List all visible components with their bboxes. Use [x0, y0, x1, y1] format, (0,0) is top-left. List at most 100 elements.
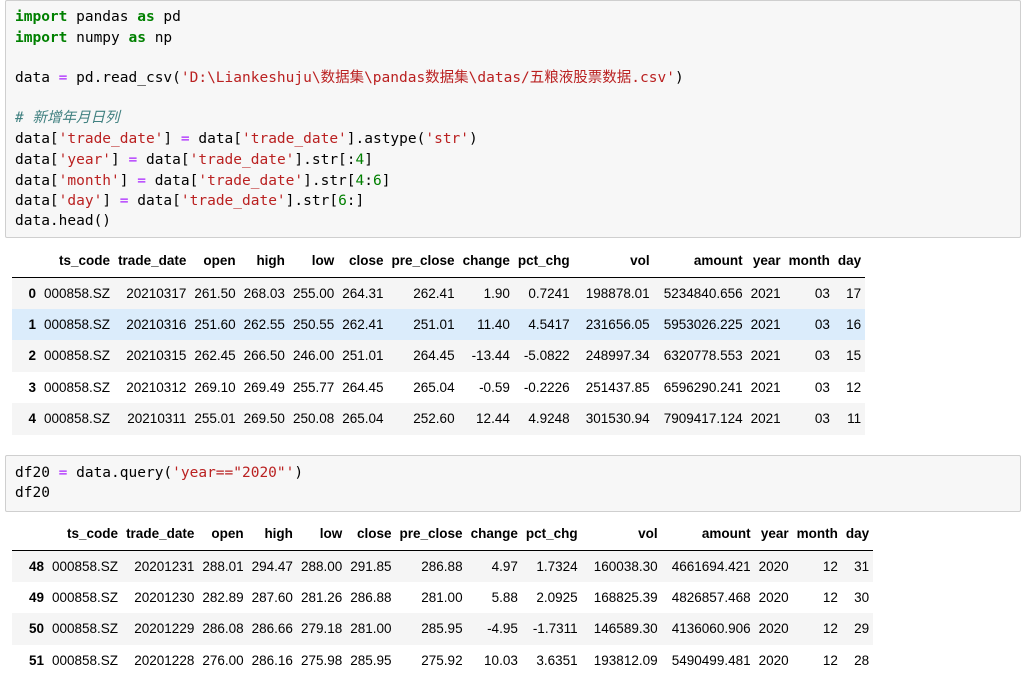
dataframe-table-1: ts_code trade_date open high low close p… [12, 245, 866, 435]
table-cell: 248997.34 [585, 348, 650, 364]
column-header: change [458, 245, 514, 278]
code-text: data[ [15, 173, 59, 189]
column-header: ts_code [40, 245, 115, 278]
string-literal: 'year=="2020"' [172, 465, 295, 481]
code-text: ] [111, 152, 129, 168]
table-cell: 29 [854, 621, 870, 637]
operator: = [180, 131, 190, 147]
row-index: 4 [28, 411, 36, 427]
code-cell-2[interactable]: df20 = data.query('year=="2020"') df20 [5, 455, 1021, 512]
table-row: 50 000858.SZ 20201229 286.08 286.66 279.18 281… [12, 613, 874, 645]
code-text: data[ [189, 131, 243, 147]
operator: = [137, 173, 146, 189]
table-cell: -13.44 [471, 348, 510, 364]
column-header: pct_chg [513, 245, 574, 278]
code-text: ].astype( [346, 131, 426, 147]
column-header: pre_close [395, 518, 467, 551]
table-cell: 7909417.124 [663, 411, 743, 427]
table-cell: 268.03 [243, 285, 285, 301]
code-line: df20 [15, 483, 50, 503]
table-cell: -1.7311 [532, 621, 578, 637]
table-cell: -0.59 [479, 379, 510, 395]
table-cell: 28 [854, 652, 870, 668]
table-cell: 250.08 [292, 411, 335, 427]
table-cell: 262.41 [413, 285, 455, 301]
string-literal: 'D:\Liankeshuju\数据集\pandas数据集\datas/五粮液股… [180, 70, 675, 86]
code-text: data[ [137, 152, 190, 168]
code-text: ) [294, 465, 304, 481]
table-cell: 15 [846, 348, 862, 364]
table-cell: 231656.05 [585, 316, 650, 332]
row-index: 3 [28, 379, 36, 395]
code-text: data[ [15, 131, 59, 147]
table-cell: 20210317 [126, 285, 187, 301]
column-header: pre_close [387, 245, 459, 278]
index-header [12, 245, 40, 278]
code-text: ) [674, 70, 684, 86]
table-cell: 287.60 [251, 589, 293, 605]
row-index: 51 [28, 652, 44, 668]
row-index: 2 [28, 348, 36, 364]
table-cell: 294.47 [251, 558, 293, 574]
table-cell: 286.16 [251, 652, 293, 668]
table-cell: 282.89 [202, 589, 244, 605]
column-header: day [833, 245, 866, 278]
table-cell: 262.55 [243, 316, 285, 332]
operator: = [128, 152, 138, 168]
table-header: ts_code trade_date open high low close p… [12, 518, 874, 551]
table-cell: 286.08 [202, 621, 244, 637]
code-text: data[ [15, 193, 59, 209]
table-cell: 000858.SZ [52, 621, 119, 637]
keyword: import [15, 30, 68, 46]
code-text: np [145, 30, 173, 46]
code-line: data = pd.read_csv('D:\Liankeshuju\数据集\p… [15, 68, 684, 88]
column-header: low [288, 245, 339, 278]
table-cell: 2021 [750, 285, 781, 301]
code-line: data['trade_date'] = data['trade_date'].… [15, 129, 478, 149]
code-cell-1[interactable]: import pandas as pd import numpy as np d… [5, 0, 1021, 238]
column-header: amount [653, 245, 747, 278]
table-cell: 291.85 [350, 558, 392, 574]
table-cell: 12 [822, 621, 838, 637]
code-text: data.query( [67, 465, 173, 481]
table-cell: 275.92 [421, 652, 463, 668]
code-text: numpy [67, 30, 129, 46]
code-text: pd.read_csv( [67, 70, 181, 86]
table-cell: 4661694.421 [671, 558, 751, 574]
table-cell: 4.5417 [528, 316, 570, 332]
table-cell: 160038.30 [593, 558, 658, 574]
keyword: import [15, 9, 68, 25]
table-cell: 286.88 [350, 589, 392, 605]
table-cell: -0.2226 [523, 379, 570, 395]
operator: = [119, 193, 129, 209]
table-cell: 269.50 [243, 411, 285, 427]
table-cell: 4136060.906 [671, 621, 751, 637]
table-cell: 250.55 [292, 316, 335, 332]
table-cell: 000858.SZ [44, 379, 111, 395]
code-text: : [364, 173, 373, 189]
code-line: df20 = data.query('year=="2020"') [15, 463, 303, 483]
table-cell: 03 [814, 348, 830, 364]
table-cell: 269.10 [194, 379, 236, 395]
column-header: open [198, 518, 248, 551]
table-cell: 251.60 [194, 316, 236, 332]
column-header: month [792, 518, 842, 551]
column-header: month [784, 245, 834, 278]
table-cell: 000858.SZ [44, 411, 111, 427]
table-cell: 000858.SZ [44, 285, 111, 301]
table-cell: 12 [822, 589, 838, 605]
table-cell: 265.04 [413, 379, 455, 395]
table-cell: 000858.SZ [44, 316, 111, 332]
table-cell: 275.98 [300, 652, 343, 668]
table-cell: 255.00 [292, 285, 335, 301]
table-cell: 4.9248 [528, 411, 570, 427]
column-header: high [247, 518, 297, 551]
code-text: pd [154, 9, 181, 25]
table-row: 0 000858.SZ 20210317 261.50 268.03 255.00 264.… [12, 277, 866, 309]
column-header: day [841, 518, 874, 551]
string-literal: 'year' [58, 152, 112, 168]
table-cell: 285.95 [421, 621, 463, 637]
table-cell: 285.95 [350, 652, 392, 668]
table-cell: 246.00 [292, 348, 335, 364]
number-literal: 4 [355, 173, 365, 189]
